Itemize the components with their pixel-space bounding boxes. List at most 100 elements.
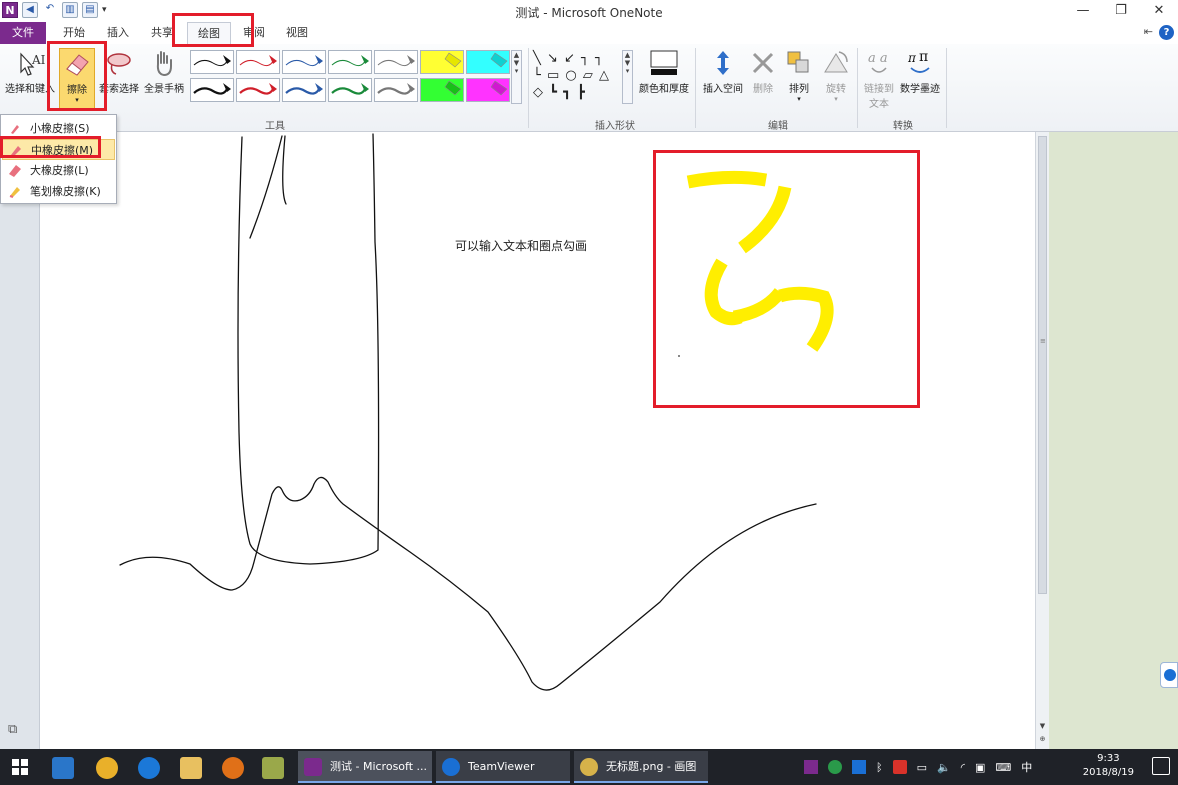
file-explorer-icon[interactable] bbox=[180, 757, 202, 779]
teamviewer-side-icon[interactable] bbox=[1160, 662, 1178, 688]
bluetooth-icon[interactable]: ᛒ bbox=[876, 761, 883, 774]
hand-icon bbox=[156, 51, 172, 77]
line-shapes-row: ╲ ↘ ↙ ┐ ┐ bbox=[533, 51, 604, 66]
pen-red-thick[interactable] bbox=[236, 78, 280, 102]
volume-icon[interactable]: 🔈 bbox=[937, 761, 951, 774]
delete-label: 删除 bbox=[753, 84, 773, 95]
right-background-panel bbox=[1049, 132, 1178, 749]
shape-gallery[interactable]: ╲ ↘ ↙ ┐ ┐ └ ▭ ○ ▱ △ ◇ ┗ ┓ ┣ bbox=[533, 50, 623, 102]
ink-to-math-button[interactable]: π π 数学墨迹 bbox=[898, 48, 942, 95]
pen-stroke-icon bbox=[285, 83, 323, 95]
pen-gray-thin[interactable] bbox=[374, 50, 418, 74]
arrange-button[interactable]: 排列 ▾ bbox=[782, 48, 816, 103]
minimize-icon[interactable]: — bbox=[1064, 0, 1102, 22]
rotate-dropdown-icon[interactable]: ▾ bbox=[820, 95, 852, 103]
pen-black-thick[interactable] bbox=[190, 78, 234, 102]
search-tool-icon[interactable] bbox=[222, 757, 244, 779]
pen-blue-thick[interactable] bbox=[282, 78, 326, 102]
security-tray-icon[interactable] bbox=[892, 760, 907, 774]
menu-item-stroke-eraser[interactable]: 笔划橡皮擦(K) bbox=[2, 181, 115, 202]
pen-stroke-icon bbox=[239, 83, 277, 95]
task-teamviewer-label: TeamViewer bbox=[468, 760, 535, 773]
ink-to-math-label: 数学墨迹 bbox=[900, 84, 940, 95]
notification-icon[interactable] bbox=[1152, 757, 1170, 775]
page-tab-icon[interactable]: ⧉ bbox=[8, 722, 28, 738]
system-clock[interactable]: 9:33 2018/8/19 bbox=[1083, 752, 1134, 780]
collapse-ribbon-icon[interactable]: ⇤ bbox=[1144, 25, 1153, 40]
highlighter-yellow[interactable] bbox=[420, 50, 464, 74]
scrollbar-thumb[interactable]: ≡ bbox=[1038, 136, 1047, 594]
stroke-eraser-icon bbox=[9, 187, 20, 198]
pen-red-thin[interactable] bbox=[236, 50, 280, 74]
pen-black-thin[interactable] bbox=[190, 50, 234, 74]
ribbon: AI 选择和键入 擦除 ▾ 套索选择 全景手柄 ▲ ▼ ▾ 工具 ╲ ↘ ↙ ┐… bbox=[0, 44, 1178, 132]
start-windows-icon[interactable] bbox=[12, 759, 28, 775]
onenote-tray-icon[interactable] bbox=[804, 760, 818, 774]
pen-gallery-scroll[interactable]: ▲ ▼ ▾ bbox=[511, 50, 522, 104]
highlighter-icon bbox=[490, 80, 508, 96]
rotate-button[interactable]: 旋转 ▾ bbox=[820, 48, 852, 103]
arrange-dropdown-icon[interactable]: ▾ bbox=[782, 95, 816, 103]
paint-task-icon bbox=[580, 758, 598, 776]
delete-button[interactable]: 删除 bbox=[748, 48, 778, 95]
task-paint[interactable]: 无标题.png - 画图 bbox=[574, 751, 708, 783]
pen-stroke-icon bbox=[239, 55, 277, 67]
pen-blue-thin[interactable] bbox=[282, 50, 326, 74]
highlighter-cyan[interactable] bbox=[466, 50, 510, 74]
action-center-icon[interactable]: ▣ bbox=[975, 761, 985, 774]
convert-group-label: 转换 bbox=[893, 121, 913, 132]
wifi-icon[interactable]: ◜ bbox=[961, 761, 965, 774]
svg-text:π: π bbox=[919, 49, 928, 65]
pen-gray-thick[interactable] bbox=[374, 78, 418, 102]
restore-icon[interactable]: ❐ bbox=[1102, 0, 1140, 22]
ime-indicator[interactable]: 中 bbox=[1021, 759, 1032, 775]
highlighter-green[interactable] bbox=[420, 78, 464, 102]
group-separator bbox=[857, 48, 858, 128]
eraser-dropdown-menu: 小橡皮擦(S) 中橡皮擦(M) 大橡皮擦(L) 笔划橡皮擦(K) bbox=[0, 114, 117, 204]
vertical-scrollbar[interactable]: ≡ ▼ ⊕ bbox=[1035, 132, 1049, 749]
help-icon[interactable]: ? bbox=[1159, 25, 1174, 40]
annotation-medium-eraser bbox=[0, 136, 101, 158]
task-teamviewer[interactable]: TeamViewer bbox=[436, 751, 570, 783]
rotate-icon bbox=[824, 51, 848, 73]
task-onenote[interactable]: 测试 - Microsoft ... bbox=[298, 751, 432, 783]
panning-hand-button[interactable]: 全景手柄 bbox=[142, 48, 186, 95]
scroll-down-arrow-icon[interactable]: ▼ bbox=[1037, 722, 1048, 733]
ink-stroke bbox=[282, 135, 287, 205]
close-icon[interactable]: ✕ bbox=[1140, 0, 1178, 22]
browser-blue-pinned-icon[interactable] bbox=[138, 757, 160, 779]
new-page-icon[interactable]: ⊕ bbox=[1037, 735, 1048, 746]
color-thickness-icon bbox=[650, 50, 678, 75]
menu-item-large-eraser[interactable]: 大橡皮擦(L) bbox=[2, 160, 115, 181]
insert-space-button[interactable]: 插入空间 bbox=[700, 48, 746, 95]
annotation-highlight-area bbox=[653, 150, 920, 408]
battery-icon[interactable]: ▭ bbox=[917, 761, 927, 774]
ink-to-text-label: 链接到文本 bbox=[864, 84, 894, 110]
highlighter-magenta[interactable] bbox=[466, 78, 510, 102]
insert-space-label: 插入空间 bbox=[703, 84, 743, 95]
tray-app-icon[interactable] bbox=[828, 760, 842, 774]
pen-green-thick[interactable] bbox=[328, 78, 372, 102]
teamviewer-pinned-icon[interactable] bbox=[52, 757, 74, 779]
keyboard-icon[interactable]: ⌨ bbox=[995, 761, 1011, 774]
pen-stroke-icon bbox=[193, 83, 231, 95]
browser-pinned-icon[interactable] bbox=[96, 757, 118, 779]
archive-app-icon[interactable] bbox=[262, 757, 284, 779]
arrange-icon bbox=[787, 51, 809, 73]
pen-green-thin[interactable] bbox=[328, 50, 372, 74]
clock-time: 9:33 bbox=[1097, 753, 1120, 764]
tab-view[interactable]: 视图 bbox=[277, 22, 317, 44]
left-navigation-strip: ⧉ bbox=[0, 132, 40, 749]
teamviewer-tray-icon[interactable] bbox=[852, 760, 866, 774]
more-shapes-row: ◇ ┗ ┓ ┣ bbox=[533, 85, 586, 100]
highlighter-icon bbox=[490, 52, 508, 68]
note-text[interactable]: 可以输入文本和圈点勾画 bbox=[455, 237, 587, 254]
ink-stroke bbox=[119, 476, 817, 691]
tab-right-icons: ⇤ ? bbox=[1144, 25, 1174, 40]
ink-to-text-button[interactable]: a a 链接到文本 bbox=[861, 48, 897, 110]
shape-gallery-scroll[interactable]: ▲ ▼ ▾ bbox=[622, 50, 633, 104]
insert-space-icon bbox=[717, 51, 729, 75]
ink-to-text-icon: a a bbox=[868, 51, 888, 73]
color-and-thickness-button[interactable]: 颜色和厚度 bbox=[636, 48, 692, 95]
tab-file[interactable]: 文件 bbox=[0, 22, 46, 44]
